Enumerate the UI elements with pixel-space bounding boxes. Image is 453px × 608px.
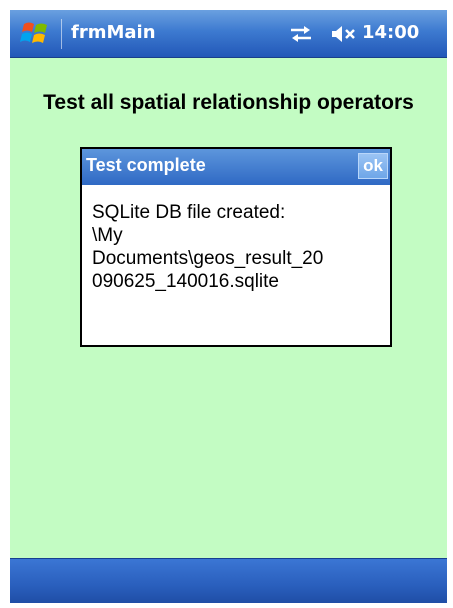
title-divider <box>61 19 62 49</box>
page-heading: Test all spatial relationship operators <box>43 91 414 114</box>
message-line: \My <box>92 225 123 246</box>
message-dialog: Test complete ok SQLite DB file created:… <box>80 147 392 347</box>
message-line: 090625_140016.sqlite <box>92 271 280 292</box>
ok-button[interactable]: ok <box>358 153 388 179</box>
volume-muted-icon[interactable] <box>330 23 360 45</box>
title-bar: frmMain 14:00 <box>10 10 447 58</box>
message-line: Documents\geos_result_20 <box>92 248 324 269</box>
dialog-message: SQLite DB file created: \My Documents\ge… <box>92 201 382 293</box>
dialog-title: Test complete <box>86 155 206 175</box>
sync-arrows-icon[interactable] <box>287 23 315 45</box>
windows-start-icon[interactable] <box>18 15 54 51</box>
device-screen: frmMain 14:00 Test all spatial relations… <box>10 10 447 603</box>
message-line: SQLite DB file created: <box>92 202 286 223</box>
clock[interactable]: 14:00 <box>362 22 419 43</box>
soft-key-bar <box>10 558 447 603</box>
app-title: frmMain <box>71 22 156 43</box>
dialog-title-bar: Test complete ok <box>82 149 390 185</box>
